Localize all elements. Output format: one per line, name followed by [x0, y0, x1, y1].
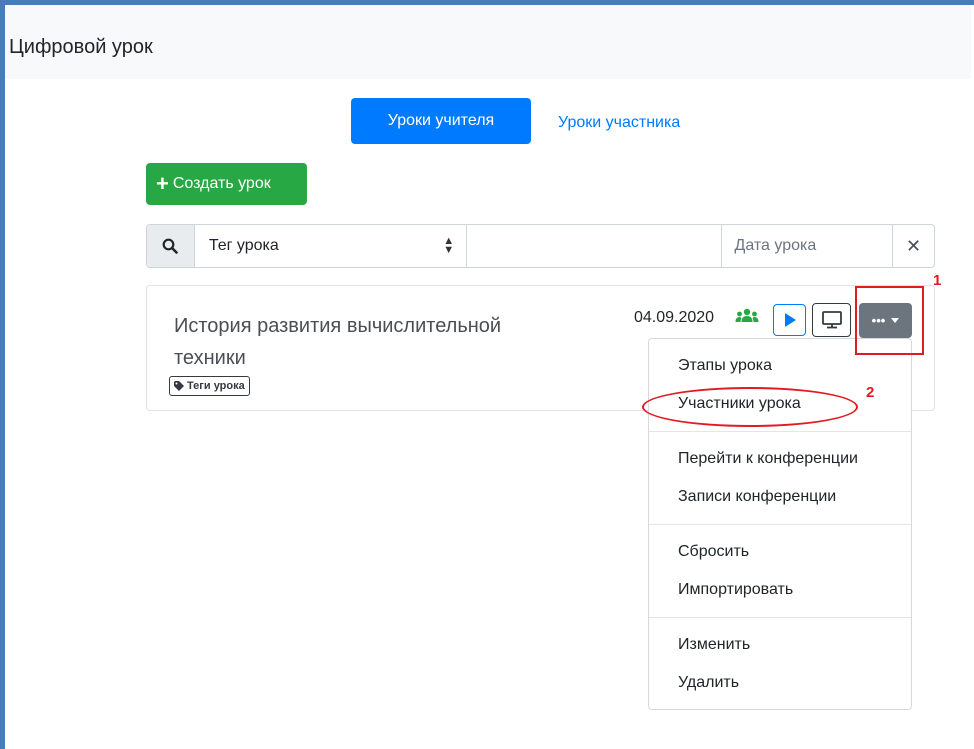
- tag-select-value: Тег урока: [208, 237, 279, 254]
- monitor-icon: [821, 311, 842, 329]
- create-lesson-button[interactable]: + Создать урок: [146, 163, 307, 205]
- page-title: Цифровой урок: [9, 36, 153, 58]
- lesson-date: 04.09.2020: [634, 309, 715, 326]
- clear-filter-button[interactable]: ✕: [892, 225, 934, 267]
- tab-participant-lessons[interactable]: Уроки участника: [558, 114, 680, 132]
- menu-item-reset[interactable]: Сбросить: [649, 533, 911, 571]
- annotation-marker-2: 2: [866, 384, 875, 401]
- date-input[interactable]: Дата урока: [722, 225, 893, 267]
- menu-item-delete[interactable]: Удалить: [649, 664, 911, 702]
- menu-divider: [649, 524, 911, 525]
- search-icon: [147, 225, 195, 267]
- annotation-box-1: [855, 286, 924, 355]
- close-icon: ✕: [905, 235, 922, 256]
- annotation-marker-1: 1: [933, 272, 942, 289]
- users-icon[interactable]: [735, 307, 759, 327]
- lesson-filter-bar: Тег урока ▲ ▼ Дата урока ✕: [146, 224, 935, 268]
- tag-icon: [174, 381, 184, 391]
- menu-item-edit[interactable]: Изменить: [649, 626, 911, 664]
- play-icon: [784, 313, 796, 327]
- create-lesson-label: Создать урок: [172, 175, 271, 192]
- broadcast-button[interactable]: [812, 303, 851, 337]
- start-lesson-button[interactable]: [773, 304, 806, 336]
- menu-divider: [649, 617, 911, 618]
- search-input[interactable]: [467, 225, 722, 267]
- page-header: Цифровой урок: [5, 5, 971, 79]
- lesson-tags-badge[interactable]: Теги урока: [169, 376, 250, 396]
- menu-item-import[interactable]: Импортировать: [649, 571, 911, 609]
- menu-item-conference-recordings[interactable]: Записи конференции: [649, 478, 911, 516]
- window-frame-left: [0, 0, 5, 749]
- plus-icon: +: [156, 171, 169, 196]
- lesson-tags-label: Теги урока: [187, 380, 245, 392]
- menu-divider: [649, 431, 911, 432]
- tab-teacher-lessons[interactable]: Уроки учителя: [351, 98, 531, 144]
- menu-item-go-to-conference[interactable]: Перейти к конференции: [649, 440, 911, 478]
- lesson-title[interactable]: История развития вычислительной техники: [174, 310, 574, 374]
- select-arrows-icon: ▲ ▼: [443, 235, 455, 256]
- tag-select[interactable]: Тег урока ▲ ▼: [195, 225, 468, 267]
